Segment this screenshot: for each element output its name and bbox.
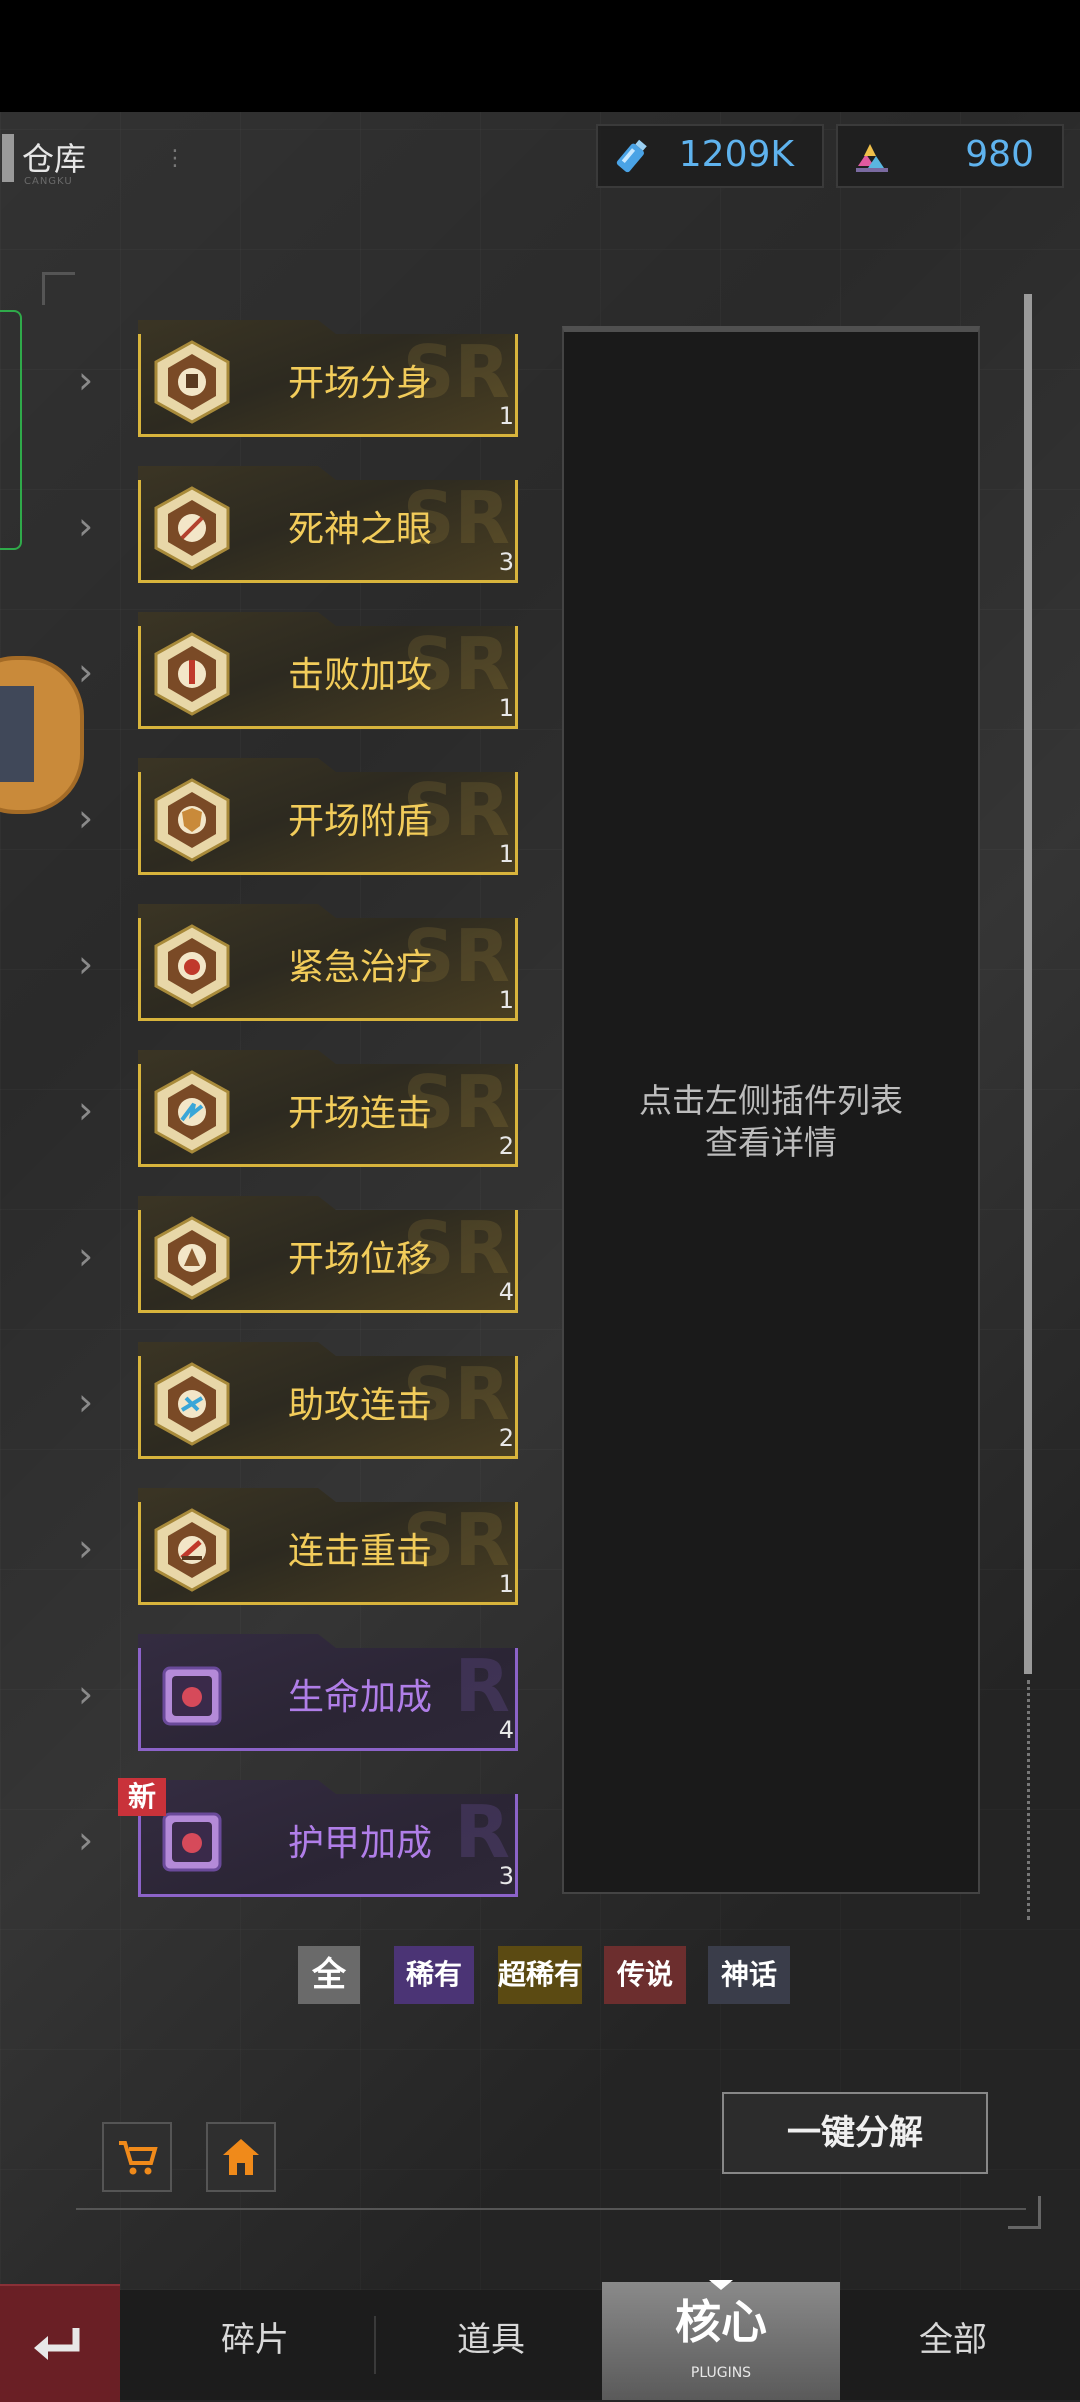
- page-title-block: 仓库 CANGKU: [0, 134, 130, 190]
- salvage-all-button[interactable]: 一键分解: [722, 2092, 988, 2174]
- resource-potion-value: 1209K: [678, 134, 794, 175]
- scrollbar-track: [1027, 1680, 1033, 1920]
- filter-all-button[interactable]: 全: [298, 1946, 360, 2004]
- plugin-name: 死神之眼: [287, 509, 432, 550]
- tab-all[interactable]: 全部: [838, 2290, 1068, 2400]
- clone-plugin-icon: [154, 340, 230, 424]
- character-avatar[interactable]: [0, 656, 84, 814]
- more-menu-icon[interactable]: ⋮: [164, 146, 186, 171]
- plugin-name: 连击重击: [287, 1531, 432, 1572]
- scythe-plugin-icon: [154, 486, 230, 570]
- plugin-item[interactable]: › R 护甲加成 3 新: [78, 1776, 530, 1906]
- home-icon: [223, 2139, 259, 2175]
- tab-core-label: 核心: [675, 2295, 767, 2349]
- corner-bracket: [42, 272, 75, 305]
- plugin-name: 护甲加成: [287, 1823, 432, 1864]
- plugin-name: 开场位移: [287, 1239, 432, 1280]
- title-accent-bar: [2, 134, 14, 182]
- chevron-right-icon: ›: [78, 1526, 94, 1570]
- chevron-right-icon: ›: [78, 942, 94, 986]
- plugin-name: 开场连击: [287, 1093, 432, 1134]
- filter-rare-button[interactable]: 稀有: [394, 1946, 474, 2004]
- detail-hint-line1: 点击左侧插件列表: [639, 1081, 903, 1120]
- combo-plugin-icon: [154, 1070, 230, 1154]
- home-button[interactable]: [206, 2122, 276, 2192]
- plugin-item[interactable]: › SR 紧急治疗 1: [78, 900, 530, 1030]
- tab-core-sublabel: PLUGINS: [690, 2365, 752, 2381]
- active-tab-notch: [709, 2280, 733, 2290]
- resource-gems-value: 980: [965, 134, 1034, 175]
- potion-bottle-icon: [616, 139, 647, 173]
- shopping-cart-icon: [119, 2141, 158, 2175]
- plugin-count: 3: [498, 1862, 514, 1890]
- plugin-item[interactable]: › SR 连击重击 1: [78, 1484, 530, 1614]
- plugin-count: 4: [498, 1278, 514, 1306]
- plugin-item[interactable]: › SR 开场位移 4: [78, 1192, 530, 1322]
- side-green-tab[interactable]: [0, 310, 22, 550]
- plugin-count: 3: [498, 548, 514, 576]
- filter-super-rare-button[interactable]: 超稀有: [498, 1946, 582, 2004]
- corner-bracket: [1008, 2196, 1041, 2229]
- plugin-name: 开场附盾: [287, 801, 432, 842]
- life-boost-plugin-icon: [162, 1666, 222, 1726]
- detail-hint: 点击左侧插件列表 查看详情: [564, 1080, 978, 1164]
- chevron-right-icon: ›: [78, 1380, 94, 1424]
- tab-fragments[interactable]: 碎片: [140, 2290, 370, 2400]
- plugin-name: 助攻连击: [287, 1385, 432, 1426]
- assist-plugin-icon: [154, 1362, 230, 1446]
- chevron-right-icon: ›: [78, 796, 94, 840]
- plugin-name: 开场分身: [287, 363, 432, 404]
- plugin-item[interactable]: › SR 助攻连击 2: [78, 1338, 530, 1468]
- plugin-count: 1: [498, 840, 514, 868]
- plugin-count: 2: [498, 1132, 514, 1160]
- page-title: 仓库: [22, 140, 87, 178]
- plugin-item[interactable]: › SR 开场连击 2: [78, 1046, 530, 1176]
- plugin-count: 1: [498, 402, 514, 430]
- return-arrow-icon: [34, 2328, 80, 2360]
- back-button[interactable]: [0, 2284, 120, 2402]
- chevron-right-icon: ›: [78, 1672, 94, 1716]
- plugin-count: 1: [498, 1570, 514, 1598]
- resource-gems[interactable]: 980: [836, 124, 1064, 188]
- sword-plugin-icon: [154, 632, 230, 716]
- chevron-right-icon: ›: [78, 650, 94, 694]
- detail-hint-line2: 查看详情: [705, 1123, 837, 1162]
- chevron-right-icon: ›: [78, 504, 94, 548]
- plugin-count: 4: [498, 1716, 514, 1744]
- plugin-item[interactable]: › SR 开场附盾 1: [78, 754, 530, 884]
- dash-plugin-icon: [154, 1216, 230, 1300]
- new-badge: 新: [118, 1778, 166, 1816]
- plugin-item[interactable]: › SR 击败加攻 1: [78, 608, 530, 738]
- page-subtitle: CANGKU: [24, 176, 73, 187]
- plugin-name: 击败加攻: [287, 655, 432, 696]
- filter-legendary-button[interactable]: 传说: [604, 1946, 686, 2004]
- plugin-count: 2: [498, 1424, 514, 1452]
- plugin-item[interactable]: › SR 开场分身 1: [78, 316, 530, 446]
- gem-pile-icon: [856, 144, 888, 172]
- plugin-name: 紧急治疗: [287, 947, 432, 988]
- status-bar: [0, 0, 1080, 112]
- shop-button[interactable]: [102, 2122, 172, 2192]
- plugin-count: 1: [498, 986, 514, 1014]
- chevron-right-icon: ›: [78, 358, 94, 402]
- tab-core[interactable]: 核心 PLUGINS: [602, 2280, 840, 2400]
- resource-potion[interactable]: 1209K: [596, 124, 824, 188]
- chevron-right-icon: ›: [78, 1818, 94, 1862]
- list-scrollbar[interactable]: [1024, 294, 1032, 1674]
- chevron-right-icon: ›: [78, 1088, 94, 1132]
- divider: [76, 2208, 1026, 2210]
- plugin-count: 1: [498, 694, 514, 722]
- plugin-detail-panel: 点击左侧插件列表 查看详情: [562, 326, 980, 1894]
- plugin-item[interactable]: › R 生命加成 4: [78, 1630, 530, 1760]
- plugin-name: 生命加成: [287, 1677, 432, 1718]
- chevron-right-icon: ›: [78, 1234, 94, 1278]
- plugin-item[interactable]: › SR 死神之眼 3: [78, 462, 530, 592]
- heal-plugin-icon: [154, 924, 230, 1008]
- shield-plugin-icon: [154, 778, 230, 862]
- tab-items[interactable]: 道具: [376, 2290, 606, 2400]
- filter-mythic-button[interactable]: 神话: [708, 1946, 790, 2004]
- heavy-strike-plugin-icon: [154, 1508, 230, 1592]
